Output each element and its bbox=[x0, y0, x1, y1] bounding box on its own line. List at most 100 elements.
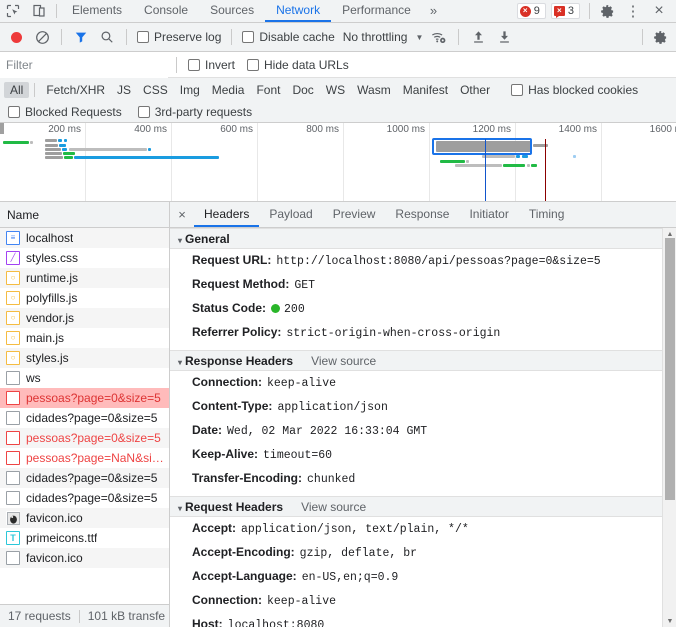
overview-bar bbox=[148, 148, 151, 151]
table-row[interactable]: cidades?page=0&size=5 bbox=[0, 468, 169, 488]
header-row: Request URL: http://localhost:8080/api/p… bbox=[170, 249, 662, 273]
device-toolbar-icon[interactable] bbox=[26, 0, 52, 22]
overview-tick: 600 ms bbox=[172, 123, 258, 201]
gear-icon[interactable] bbox=[594, 4, 620, 19]
blocked-requests-checkbox[interactable]: Blocked Requests bbox=[8, 105, 122, 119]
network-settings-gear-icon[interactable] bbox=[648, 25, 672, 49]
clear-button[interactable] bbox=[30, 25, 54, 49]
tab-preview[interactable]: Preview bbox=[323, 202, 386, 227]
scroll-down-arrow-icon[interactable]: ▼ bbox=[663, 615, 676, 627]
table-row[interactable]: ○ polyfills.js bbox=[0, 288, 169, 308]
table-row[interactable]: ≡ localhost bbox=[0, 228, 169, 248]
network-conditions-icon[interactable] bbox=[427, 25, 451, 49]
request-list-header[interactable]: Name bbox=[0, 202, 169, 228]
table-row[interactable]: pessoas?page=0&size=5 bbox=[0, 388, 169, 408]
table-row[interactable]: T primeicons.ttf bbox=[0, 528, 169, 548]
type-filter-all[interactable]: All bbox=[4, 81, 30, 98]
section-header-request-headers[interactable]: ▾ Request Headers View source bbox=[170, 496, 662, 517]
table-row[interactable]: ○ main.js bbox=[0, 328, 169, 348]
record-button[interactable] bbox=[4, 25, 28, 49]
export-har-icon[interactable] bbox=[492, 25, 516, 49]
search-icon[interactable] bbox=[95, 25, 119, 49]
more-tabs-button[interactable]: » bbox=[422, 0, 445, 22]
tab-sources[interactable]: Sources bbox=[199, 0, 265, 22]
hide-data-urls-checkbox[interactable]: Hide data URLs bbox=[244, 58, 352, 72]
tab-initiator[interactable]: Initiator bbox=[459, 202, 518, 227]
table-row[interactable]: cidades?page=0&size=5 bbox=[0, 488, 169, 508]
tab-headers[interactable]: Headers bbox=[194, 202, 260, 227]
type-filter-img[interactable]: Img bbox=[174, 82, 206, 98]
has-blocked-cookies-checkbox[interactable]: Has blocked cookies bbox=[508, 83, 641, 97]
tab-elements[interactable]: Elements bbox=[61, 0, 133, 22]
view-source-link[interactable]: View source bbox=[301, 500, 366, 514]
header-key: Request URL: bbox=[192, 253, 272, 267]
overview-tick-label: 1600 m bbox=[649, 124, 676, 135]
table-row[interactable]: ○ runtime.js bbox=[0, 268, 169, 288]
request-name: runtime.js bbox=[26, 271, 79, 285]
header-row: Referrer Policy: strict-origin-when-cros… bbox=[170, 321, 662, 345]
tab-response[interactable]: Response bbox=[385, 202, 459, 227]
header-key: Content-Type: bbox=[192, 399, 273, 413]
tab-timing[interactable]: Timing bbox=[519, 202, 575, 227]
table-row[interactable]: pessoas?page=NaN&siz… bbox=[0, 448, 169, 468]
invert-label: Invert bbox=[205, 57, 236, 72]
warning-count-badge[interactable]: × 3 bbox=[550, 3, 580, 19]
more-options-icon[interactable]: ⋮ bbox=[620, 2, 646, 20]
overview-bar bbox=[522, 155, 528, 158]
disable-cache-checkbox[interactable]: Disable cache bbox=[239, 30, 337, 44]
table-row[interactable]: ○ vendor.js bbox=[0, 308, 169, 328]
table-row[interactable]: ╱ styles.css bbox=[0, 248, 169, 268]
type-filter-manifest[interactable]: Manifest bbox=[397, 82, 454, 98]
third-party-requests-checkbox[interactable]: 3rd-party requests bbox=[137, 105, 252, 119]
filter-input[interactable] bbox=[0, 51, 168, 78]
preserve-log-checkbox[interactable]: Preserve log bbox=[134, 30, 224, 44]
blocked-requests-box-icon bbox=[8, 105, 20, 118]
section-header-general[interactable]: ▾ General bbox=[170, 228, 662, 249]
type-filter-fetch-xhr[interactable]: Fetch/XHR bbox=[40, 82, 111, 98]
detail-tabs: × Headers Payload Preview Response Initi… bbox=[170, 202, 676, 228]
scrollbar-thumb[interactable] bbox=[665, 238, 675, 500]
request-list-pane: Name ≡ localhost ╱ styles.css ○ runtime.… bbox=[0, 202, 170, 627]
type-filter-js[interactable]: JS bbox=[111, 82, 137, 98]
type-filter-doc[interactable]: Doc bbox=[286, 82, 319, 98]
network-toolbar-right bbox=[637, 25, 672, 49]
type-filter-media[interactable]: Media bbox=[206, 82, 251, 98]
inspect-element-icon[interactable] bbox=[0, 0, 26, 22]
invert-checkbox[interactable]: Invert bbox=[185, 58, 238, 72]
overview-bar bbox=[466, 160, 469, 163]
table-row[interactable]: favicon.ico bbox=[0, 508, 169, 528]
throttling-select[interactable]: No throttling bbox=[340, 30, 408, 44]
triangle-down-icon: ▾ bbox=[178, 503, 183, 513]
request-name: pessoas?page=0&size=5 bbox=[26, 391, 161, 405]
filter-icon[interactable] bbox=[69, 25, 93, 49]
tab-network[interactable]: Network bbox=[265, 0, 332, 22]
header-value: keep-alive bbox=[267, 595, 337, 608]
header-row: Status Code: 200 bbox=[170, 297, 662, 321]
tab-performance[interactable]: Performance bbox=[331, 0, 422, 22]
chevron-down-icon[interactable]: ▼ bbox=[415, 33, 423, 42]
detail-scrollbar[interactable]: ▲ ▼ bbox=[662, 228, 676, 627]
request-name: favicon.ico bbox=[26, 511, 83, 525]
table-row[interactable]: cidades?page=0&size=5 bbox=[0, 408, 169, 428]
status-code-value: 200 bbox=[284, 303, 305, 316]
section-header-response-headers[interactable]: ▾ Response Headers View source bbox=[170, 350, 662, 371]
view-source-link[interactable]: View source bbox=[311, 354, 376, 368]
tab-console[interactable]: Console bbox=[133, 0, 199, 22]
error-count-badge[interactable]: × 9 bbox=[516, 3, 546, 19]
type-filter-ws[interactable]: WS bbox=[320, 82, 351, 98]
table-row[interactable]: ○ styles.js bbox=[0, 348, 169, 368]
network-overview-timeline[interactable]: 200 ms 400 ms 600 ms 800 ms 1000 ms 1200… bbox=[0, 123, 676, 202]
table-row[interactable]: pessoas?page=0&size=5 bbox=[0, 428, 169, 448]
close-detail-icon[interactable]: × bbox=[170, 202, 194, 227]
import-har-icon[interactable] bbox=[466, 25, 490, 49]
column-header-name: Name bbox=[7, 207, 40, 222]
close-icon[interactable]: × bbox=[646, 2, 672, 20]
type-filter-css[interactable]: CSS bbox=[137, 82, 174, 98]
type-filter-other[interactable]: Other bbox=[454, 82, 496, 98]
request-list[interactable]: ≡ localhost ╱ styles.css ○ runtime.js ○ … bbox=[0, 228, 169, 604]
table-row[interactable]: ws bbox=[0, 368, 169, 388]
table-row[interactable]: favicon.ico bbox=[0, 548, 169, 568]
type-filter-font[interactable]: Font bbox=[250, 82, 286, 98]
tab-payload[interactable]: Payload bbox=[259, 202, 322, 227]
type-filter-wasm[interactable]: Wasm bbox=[351, 82, 397, 98]
